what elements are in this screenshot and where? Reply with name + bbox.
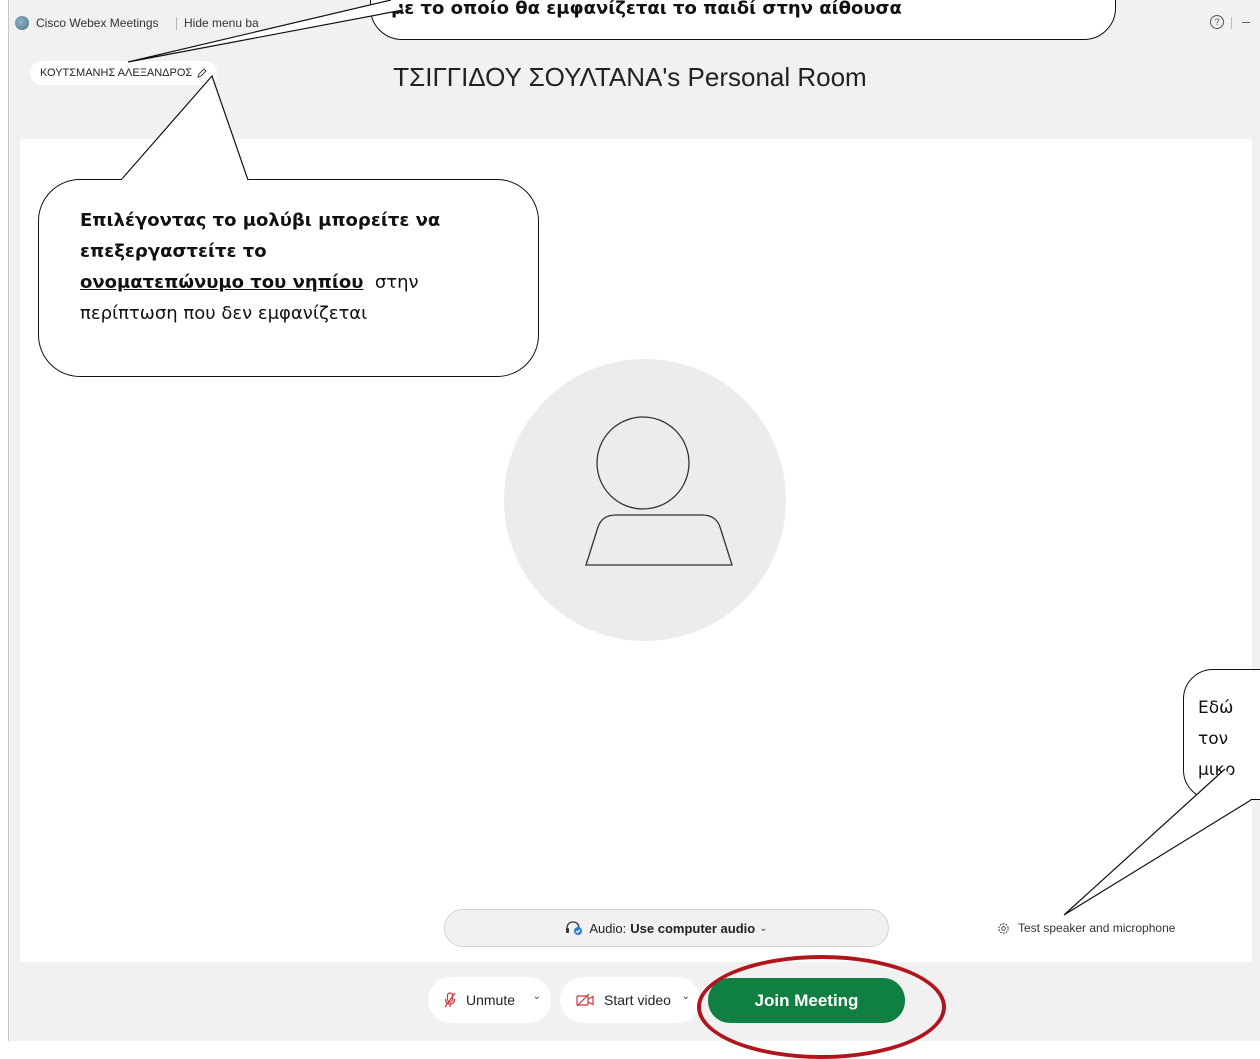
leader-top xyxy=(127,0,404,63)
callout-leader-lines xyxy=(120,0,1252,916)
leader-mid xyxy=(120,74,249,181)
leader-right xyxy=(1063,768,1252,916)
